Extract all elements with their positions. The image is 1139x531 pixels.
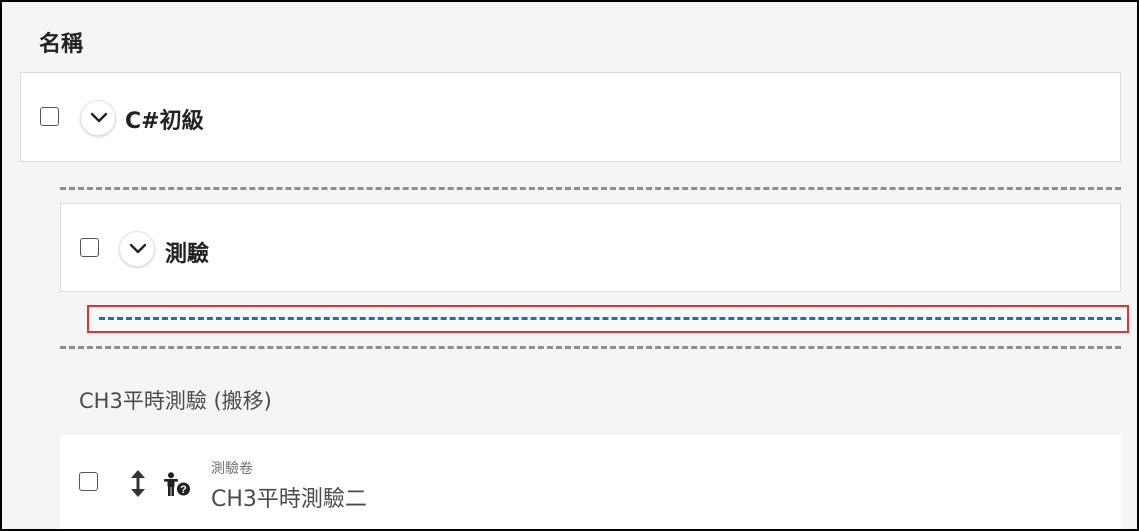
drop-separator [60,346,1121,349]
course-checkbox[interactable] [40,107,59,126]
topic-type-label: 測驗卷 [211,461,253,477]
unit-title[interactable]: CH3平時測驗 (搬移) [79,385,272,415]
module-title[interactable]: 測驗 [165,236,209,268]
person-question-icon[interactable]: ? [164,472,192,498]
column-header-name: 名稱 [39,32,84,57]
drop-line [99,317,1121,320]
module-expand-button[interactable] [119,231,155,267]
topic-checkbox[interactable] [79,472,98,491]
content-tree-panel: 名稱 C#初級 測驗 CH3平時測驗 (搬移) ? 測驗卷 CH3平時測驗二 [0,0,1139,531]
move-vertical-icon[interactable] [130,470,146,497]
drop-separator [60,187,1121,190]
svg-text:?: ? [180,484,187,496]
chevron-down-icon [129,243,147,254]
module-checkbox[interactable] [80,238,99,257]
course-row[interactable]: C#初級 [20,72,1121,162]
topic-name[interactable]: CH3平時測驗二 [211,481,367,513]
course-expand-button[interactable] [80,100,116,136]
drop-target-indicator[interactable] [87,305,1129,333]
module-row[interactable]: 測驗 [60,203,1121,292]
course-title[interactable]: C#初級 [125,103,204,135]
chevron-down-icon [90,112,108,123]
